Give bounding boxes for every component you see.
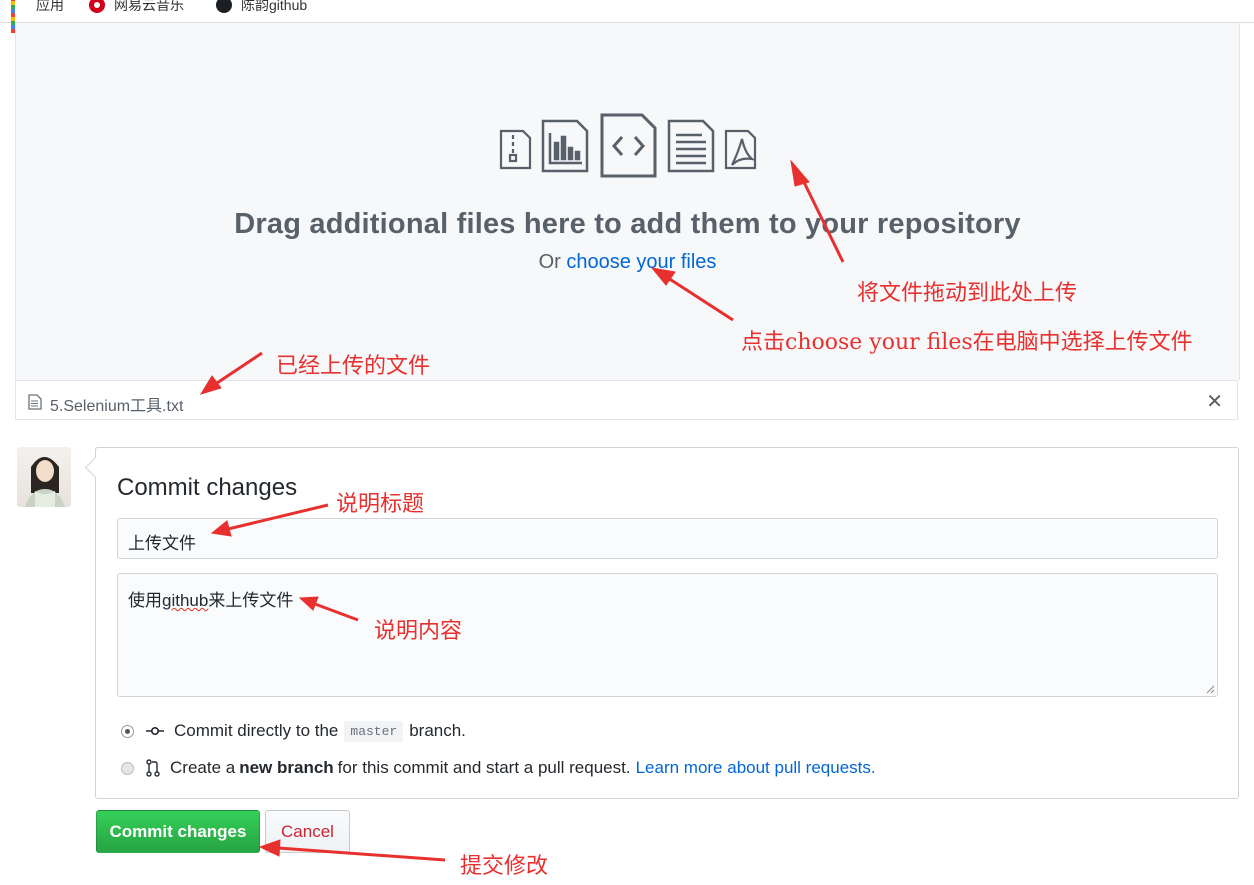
- annotation-drag-here: 将文件拖动到此处上传: [857, 281, 1078, 306]
- annotation-uploaded: 已经上传的文件: [276, 354, 431, 379]
- resize-grip-icon[interactable]: [1205, 684, 1215, 694]
- annotation-submit: 提交修改: [460, 854, 549, 879]
- option-new-text: Create a: [170, 758, 236, 777]
- avatar: [17, 447, 71, 507]
- commit-summary-input[interactable]: 上传文件: [117, 518, 1218, 559]
- option-direct-text: Commit directly to the: [174, 721, 339, 740]
- option-commit-direct[interactable]: Commit directly to the master branch.: [121, 720, 466, 742]
- file-text-icon: [667, 119, 715, 173]
- annotation-choose-files: 点击choose your files在电脑中选择上传文件: [741, 330, 1193, 355]
- bookmark-github[interactable]: 陈韵github: [216, 0, 307, 16]
- drop-zone-or: Or: [538, 251, 561, 273]
- learn-more-link[interactable]: Learn more about pull requests.: [636, 758, 876, 778]
- uploaded-file-name: 5.Selenium工具.txt: [50, 398, 184, 415]
- radio-new-branch[interactable]: [121, 761, 134, 775]
- annotation-description: 说明内容: [374, 619, 463, 644]
- uploaded-file-row: 5.Selenium工具.txt ✕: [15, 380, 1238, 420]
- bookmark-label: 应用: [36, 0, 64, 13]
- option-new-bold: new branch: [239, 758, 334, 777]
- file-icon: [28, 394, 42, 410]
- commit-description-input[interactable]: 使用github来上传文件: [117, 573, 1218, 697]
- file-code-icon: [600, 113, 657, 178]
- commit-form-title: Commit changes: [117, 474, 298, 501]
- description-text: 使用: [128, 591, 162, 610]
- radio-commit-direct[interactable]: [121, 724, 134, 738]
- graph-icon: [541, 119, 589, 173]
- commit-changes-button[interactable]: Commit changes: [96, 810, 260, 853]
- option-new-branch[interactable]: Create a new branch for this commit and …: [121, 757, 876, 779]
- cancel-button[interactable]: Cancel: [265, 810, 350, 853]
- annotation-summary: 说明标题: [336, 492, 425, 517]
- description-text-spellcheck: github: [162, 591, 209, 610]
- netease-music-icon: [89, 0, 105, 13]
- git-pull-request-icon: [146, 759, 160, 777]
- file-zip-icon: [499, 129, 532, 170]
- branch-name-chip: master: [344, 720, 404, 742]
- bookmark-apps[interactable]: 应用: [11, 0, 64, 33]
- file-pdf-icon: [724, 129, 757, 170]
- bookmark-label: 陈韵github: [241, 0, 308, 13]
- option-direct-text-end: branch.: [409, 721, 466, 740]
- drop-zone-subtitle: Or choose your files: [16, 251, 1239, 274]
- bookmark-netease[interactable]: 网易云音乐: [89, 0, 184, 16]
- apps-grid-icon: [11, 0, 27, 33]
- description-text: 来上传文件: [208, 591, 294, 610]
- git-commit-icon: [146, 726, 164, 736]
- option-new-text-end: for this commit and start a pull request…: [337, 758, 631, 777]
- bookmark-label: 网易云音乐: [114, 0, 184, 13]
- remove-file-icon[interactable]: ✕: [1206, 389, 1223, 414]
- drop-zone-title: Drag additional files here to add them t…: [234, 208, 1021, 240]
- choose-files-link[interactable]: choose your files: [566, 251, 716, 273]
- bookmarks-bar: 应用 网易云音乐 陈韵github: [0, 0, 1254, 33]
- github-icon: [216, 0, 232, 13]
- commit-form: Commit changes 上传文件 使用github来上传文件 Commit…: [95, 447, 1239, 799]
